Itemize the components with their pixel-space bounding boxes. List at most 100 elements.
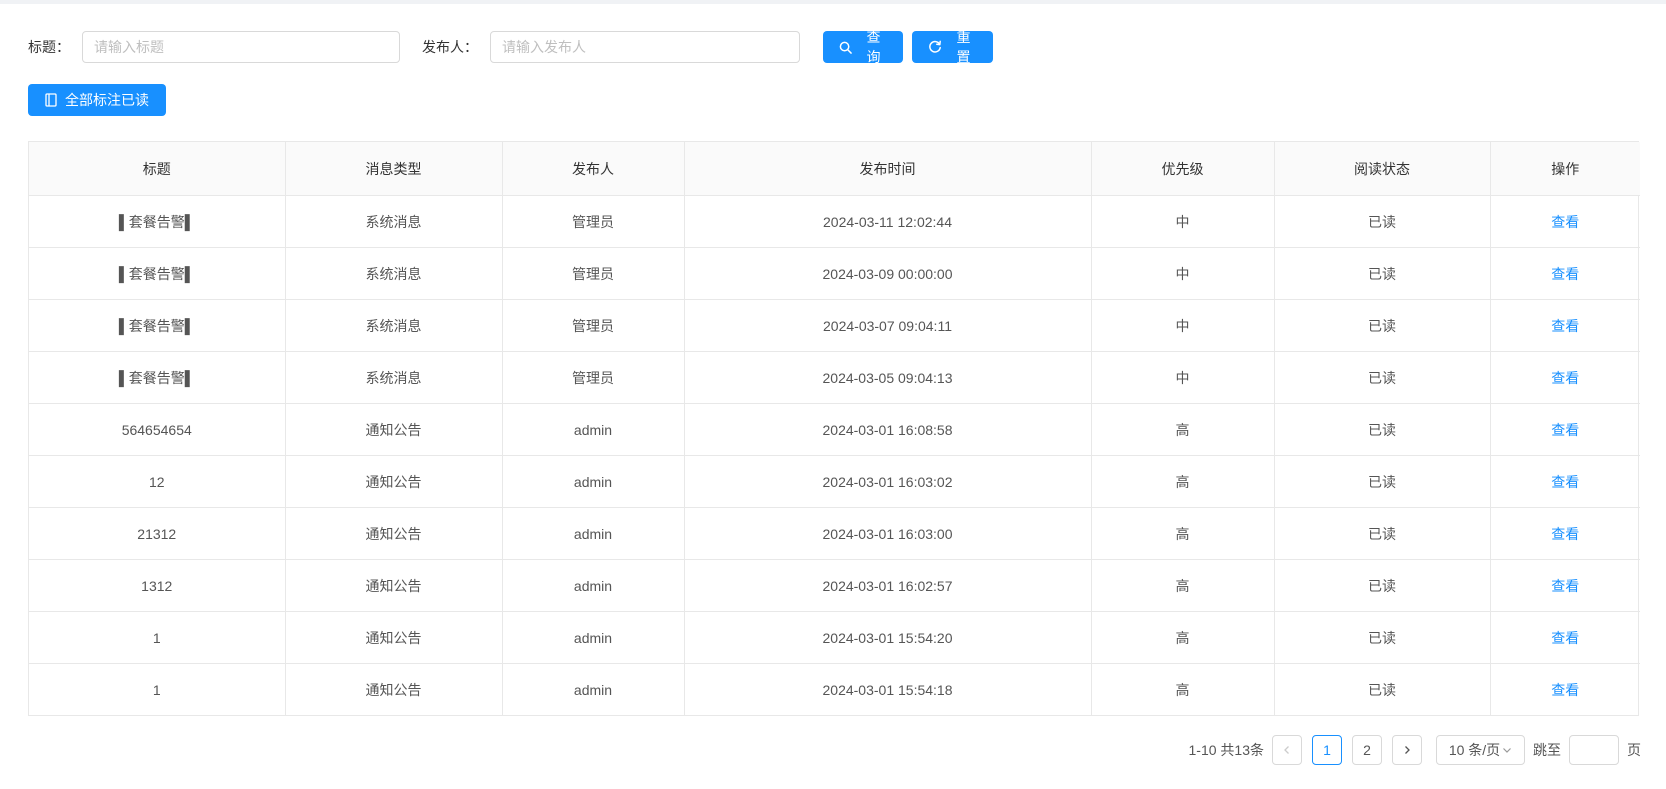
mark-all-read-label: 全部标注已读 — [65, 92, 149, 108]
cell-priority: 高 — [1091, 455, 1275, 508]
view-link[interactable]: 查看 — [1551, 318, 1579, 334]
cell-priority: 中 — [1091, 195, 1275, 248]
cell-action: 查看 — [1490, 351, 1640, 404]
view-link[interactable]: 查看 — [1551, 214, 1579, 230]
column-header-time: 发布时间 — [684, 142, 1092, 196]
column-header-title: 标题 — [29, 142, 286, 196]
cell-publisher: admin — [502, 507, 685, 560]
view-link[interactable]: 查看 — [1551, 578, 1579, 594]
cell-publisher: admin — [502, 663, 685, 715]
publisher-label: 发布人： — [422, 39, 478, 55]
cell-status: 已读 — [1274, 403, 1491, 456]
jump-prefix: 跳至 — [1533, 742, 1561, 758]
cell-action: 查看 — [1490, 611, 1640, 664]
cell-type: 通知公告 — [285, 455, 503, 508]
chevron-right-icon — [1402, 745, 1412, 755]
prev-page-button[interactable] — [1272, 735, 1302, 765]
cell-priority: 中 — [1091, 247, 1275, 300]
table-row: 12 通知公告 admin 2024-03-01 16:03:02 高 已读 查… — [29, 455, 1640, 508]
book-icon — [45, 93, 57, 107]
page-size-select[interactable]: 10 条/页 — [1436, 735, 1525, 765]
title-label: 标题： — [28, 39, 70, 55]
mark-all-read-button[interactable]: 全部标注已读 — [28, 84, 166, 116]
cell-priority: 高 — [1091, 611, 1275, 664]
cell-publisher: admin — [502, 611, 685, 664]
column-header-action: 操作 — [1490, 142, 1640, 196]
pagination-total: 1-10 共13条 — [1188, 742, 1264, 758]
jump-suffix: 页 — [1627, 742, 1641, 758]
query-button[interactable]: 查询 — [823, 29, 903, 65]
cell-title: 12 — [29, 455, 286, 508]
cell-title: 1 — [29, 611, 286, 664]
cell-time: 2024-03-11 12:02:44 — [684, 195, 1092, 248]
cell-time: 2024-03-01 16:03:02 — [684, 455, 1092, 508]
search-form: 标题： 发布人： 查询 重置 — [28, 29, 993, 65]
cell-title: 21312 — [29, 507, 286, 560]
jump-page-input[interactable] — [1569, 735, 1619, 765]
table-row: 1 通知公告 admin 2024-03-01 15:54:20 高 已读 查看 — [29, 611, 1640, 664]
view-link[interactable]: 查看 — [1551, 266, 1579, 282]
cell-status: 已读 — [1274, 299, 1491, 352]
reload-icon — [928, 40, 942, 54]
cell-action: 查看 — [1490, 664, 1640, 716]
column-header-priority: 优先级 — [1091, 142, 1275, 196]
cell-publisher: 管理员 — [502, 195, 685, 248]
cell-time: 2024-03-01 15:54:18 — [684, 663, 1092, 715]
cell-action: 查看 — [1490, 507, 1640, 560]
cell-publisher: 管理员 — [502, 299, 685, 352]
page-button-1[interactable]: 1 — [1312, 735, 1342, 765]
cell-type: 系统消息 — [285, 247, 503, 300]
cell-action: 查看 — [1490, 195, 1640, 248]
cell-type: 通知公告 — [285, 663, 503, 715]
table-row: ▌套餐告警▌ 系统消息 管理员 2024-03-09 00:00:00 中 已读… — [29, 247, 1640, 300]
cell-status: 已读 — [1274, 247, 1491, 300]
cell-time: 2024-03-05 09:04:13 — [684, 351, 1092, 404]
cell-action: 查看 — [1490, 559, 1640, 612]
table-row: 564654654 通知公告 admin 2024-03-01 16:08:58… — [29, 403, 1640, 456]
cell-publisher: admin — [502, 403, 685, 456]
cell-publisher: admin — [502, 559, 685, 612]
message-table: 标题 消息类型 发布人 发布时间 优先级 阅读状态 操作 ▌套餐告警▌ 系统消息… — [28, 141, 1640, 716]
table-row: 1312 通知公告 admin 2024-03-01 16:02:57 高 已读… — [29, 559, 1640, 612]
chevron-left-icon — [1282, 745, 1292, 755]
view-link[interactable]: 查看 — [1551, 682, 1579, 698]
view-link[interactable]: 查看 — [1551, 422, 1579, 438]
cell-publisher: 管理员 — [502, 351, 685, 404]
table-row: ▌套餐告警▌ 系统消息 管理员 2024-03-11 12:02:44 中 已读… — [29, 195, 1640, 248]
reset-button[interactable]: 重置 — [912, 29, 993, 65]
cell-action: 查看 — [1490, 455, 1640, 508]
cell-publisher: admin — [502, 455, 685, 508]
cell-title: 564654654 — [29, 403, 286, 456]
cell-time: 2024-03-01 16:03:00 — [684, 507, 1092, 560]
cell-priority: 高 — [1091, 663, 1275, 715]
cell-time: 2024-03-09 00:00:00 — [684, 247, 1092, 300]
publisher-input[interactable] — [490, 31, 800, 63]
cell-priority: 高 — [1091, 507, 1275, 560]
cell-priority: 高 — [1091, 403, 1275, 456]
table-row: ▌套餐告警▌ 系统消息 管理员 2024-03-07 09:04:11 中 已读… — [29, 299, 1640, 352]
view-link[interactable]: 查看 — [1551, 630, 1579, 646]
view-link[interactable]: 查看 — [1551, 474, 1579, 490]
cell-status: 已读 — [1274, 663, 1491, 715]
view-link[interactable]: 查看 — [1551, 370, 1579, 386]
cell-publisher: 管理员 — [502, 247, 685, 300]
cell-type: 系统消息 — [285, 299, 503, 352]
cell-status: 已读 — [1274, 559, 1491, 612]
cell-status: 已读 — [1274, 351, 1491, 404]
view-link[interactable]: 查看 — [1551, 526, 1579, 542]
reset-button-label: 重置 — [956, 29, 971, 65]
table-row: 21312 通知公告 admin 2024-03-01 16:03:00 高 已… — [29, 507, 1640, 560]
cell-title: ▌套餐告警▌ — [29, 351, 286, 404]
cell-time: 2024-03-01 15:54:20 — [684, 611, 1092, 664]
cell-priority: 中 — [1091, 351, 1275, 404]
title-input[interactable] — [82, 31, 400, 63]
page-button-2[interactable]: 2 — [1352, 735, 1382, 765]
table-header-row: 标题 消息类型 发布人 发布时间 优先级 阅读状态 操作 — [29, 142, 1640, 196]
cell-title: ▌套餐告警▌ — [29, 299, 286, 352]
cell-title: ▌套餐告警▌ — [29, 247, 286, 300]
next-page-button[interactable] — [1392, 735, 1422, 765]
cell-status: 已读 — [1274, 611, 1491, 664]
pagination: 1-10 共13条 1 2 10 条/页 跳至 页 — [1189, 735, 1641, 765]
cell-type: 系统消息 — [285, 195, 503, 248]
cell-time: 2024-03-01 16:08:58 — [684, 403, 1092, 456]
